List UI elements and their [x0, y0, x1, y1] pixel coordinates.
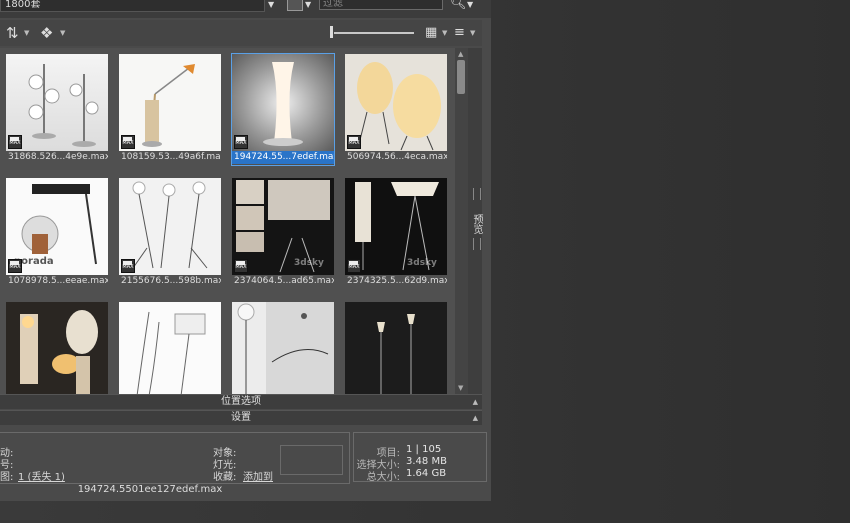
- scroll-down-icon[interactable]: ▼: [458, 384, 463, 392]
- watermark-text: 3dsky: [407, 258, 437, 268]
- sort-dropdown-icon[interactable]: ▼: [470, 29, 475, 37]
- asset-browser-panel: 1800套 ▼ ▼ 过滤 🔍︎ ▼ ⇅ ▼ ❖ ▼ ▦ ▼ ≡ ▼ MAX 31…: [0, 0, 491, 501]
- watermark-text: 3dsky: [294, 258, 324, 268]
- location-options-header[interactable]: 位置选项 ▲: [0, 394, 482, 409]
- info-label: 图:: [0, 472, 14, 483]
- thumbnail-image: [232, 302, 334, 394]
- thumbnail-caption: 506974.56...4eca.max: [345, 151, 447, 164]
- selected-filename: 194724.5501ee127edef.max: [77, 484, 223, 495]
- thumbnail-scrollbar[interactable]: ▲ ▼: [455, 48, 468, 394]
- thumbnail-item[interactable]: MAX 31868.526...4e9e.max: [6, 54, 108, 165]
- thumbnail-item[interactable]: MAX 108159.53...49a6f.max: [119, 54, 221, 165]
- thumbnail-image: MAX: [345, 54, 447, 151]
- add-favorite-link[interactable]: 添加到: [243, 468, 273, 483]
- thumbnail-item[interactable]: [232, 302, 334, 394]
- selected-size-value: 3.48 MB: [406, 456, 447, 467]
- thumbnail-image: [119, 302, 221, 394]
- favorite-label: 收藏:: [213, 472, 237, 483]
- expand-icon[interactable]: ▲: [473, 411, 478, 425]
- path-field[interactable]: 1800套: [0, 0, 265, 12]
- sort-icon[interactable]: ≡: [454, 25, 465, 40]
- view-mode-dropdown-icon[interactable]: ▼: [305, 0, 311, 9]
- thumbnail-image: MAX: [6, 54, 108, 151]
- thumbnail-caption: 2155676.5...598b.max: [119, 275, 221, 288]
- max-file-icon: MAX: [8, 135, 22, 149]
- object-icon[interactable]: ❖: [40, 24, 53, 42]
- view-mode-icon[interactable]: [287, 0, 303, 11]
- max-file-icon: MAX: [8, 259, 22, 273]
- lamp-render: [20, 310, 98, 394]
- thumbnail-item[interactable]: MAX 2155676.5...598b.max: [119, 178, 221, 289]
- path-dropdown-icon[interactable]: ▼: [268, 0, 274, 9]
- thumbnail-image: 3dsky MAX: [345, 178, 447, 275]
- settings-header[interactable]: 设置 ▲: [0, 410, 482, 425]
- thumbnail-item[interactable]: 3dsky MAX 2374325.5...62d9.max: [345, 178, 447, 289]
- thumbnail-caption: 108159.53...49a6f.max: [119, 151, 221, 164]
- thumbnail-image: [345, 302, 447, 394]
- search-icon[interactable]: 🔍︎: [450, 0, 467, 11]
- lamp-render: [232, 302, 329, 394]
- grid-view-icon[interactable]: ▦: [425, 25, 437, 40]
- max-file-icon: MAX: [121, 259, 135, 273]
- lamp-render: [377, 314, 415, 394]
- thumbnail-image: porada MAX: [6, 178, 108, 275]
- max-file-icon: MAX: [347, 259, 361, 273]
- missing-maps-link[interactable]: 1 (丢失 1): [18, 468, 65, 483]
- thumbnail-caption: 31868.526...4e9e.max: [6, 151, 108, 164]
- zoom-slider-thumb[interactable]: [330, 26, 333, 38]
- thumbnail-caption: 1078978.5...eeae.max: [6, 275, 108, 288]
- thumbnail-item[interactable]: [119, 302, 221, 394]
- thumbnail-image: [6, 302, 108, 394]
- thumbnail-caption: 2374064.5...ad65.max: [232, 275, 334, 288]
- thumbnail-caption: 194724.55...7edef.max: [232, 151, 334, 164]
- path-bar: 1800套 ▼ ▼ 过滤 🔍︎ ▼: [0, 0, 491, 18]
- sync-icon[interactable]: ⇅: [6, 24, 19, 42]
- expand-icon[interactable]: ▲: [473, 395, 478, 409]
- thumbnail-image: MAX: [119, 54, 221, 151]
- thumbnail-image: 3dsky MAX: [232, 178, 334, 275]
- settings-label: 设置: [231, 412, 251, 423]
- items-value: 1 | 105: [406, 444, 442, 455]
- side-tab-grip: [473, 238, 481, 250]
- thumbnail-grid: MAX 31868.526...4e9e.max MAX 108159.53..…: [0, 48, 455, 394]
- thumbnail-item[interactable]: [345, 302, 447, 394]
- max-file-icon: MAX: [234, 259, 248, 273]
- grid-view-dropdown-icon[interactable]: ▼: [442, 29, 447, 37]
- thumbnail-image: MAX: [119, 178, 221, 275]
- max-file-icon: MAX: [234, 135, 248, 149]
- scroll-up-icon[interactable]: ▲: [458, 50, 463, 58]
- filter-input[interactable]: 过滤: [319, 0, 443, 10]
- side-tab-grip: [473, 188, 481, 200]
- thumbnail-image: MAX: [232, 54, 334, 151]
- search-dropdown-icon[interactable]: ▼: [467, 0, 473, 9]
- max-file-icon: MAX: [347, 135, 361, 149]
- thumbnail-item[interactable]: MAX 506974.56...4eca.max: [345, 54, 447, 165]
- max-file-icon: MAX: [121, 135, 135, 149]
- zoom-slider[interactable]: [334, 32, 414, 34]
- thumbnail-item[interactable]: [6, 302, 108, 394]
- thumbnail-item[interactable]: porada MAX 1078978.5...eeae.max: [6, 178, 108, 289]
- total-size-value: 1.64 GB: [406, 468, 447, 479]
- object-dropdown-icon[interactable]: ▼: [60, 29, 65, 37]
- toolbar: ⇅ ▼ ❖ ▼ ▦ ▼ ≡ ▼: [0, 20, 482, 46]
- location-options-label: 位置选项: [221, 396, 261, 407]
- mini-preview: [280, 445, 343, 475]
- total-size-label: 总大小:: [366, 472, 400, 483]
- thumbnail-item-selected[interactable]: MAX 194724.55...7edef.max: [231, 53, 335, 166]
- thumbnail-item[interactable]: 3dsky MAX 2374064.5...ad65.max: [232, 178, 334, 289]
- scrollbar-thumb[interactable]: [457, 60, 465, 94]
- sync-dropdown-icon[interactable]: ▼: [24, 29, 29, 37]
- lamp-render: [136, 311, 206, 394]
- thumbnail-caption: 2374325.5...62d9.max: [345, 275, 447, 288]
